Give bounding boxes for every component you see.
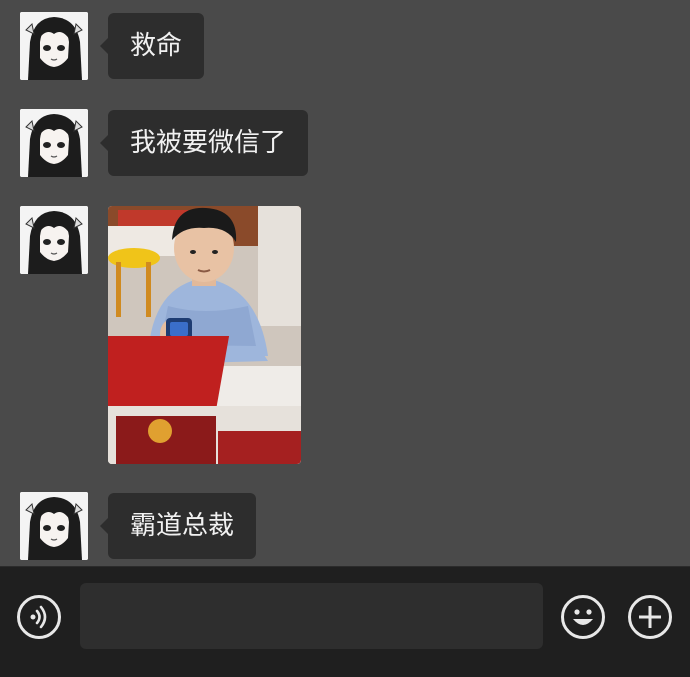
chat-area: 救命 我被要微信了 霸道总裁 (0, 0, 690, 566)
avatar[interactable] (20, 492, 88, 560)
message-bubble[interactable]: 我被要微信了 (99, 110, 309, 176)
voice-icon[interactable] (17, 595, 61, 639)
image-message[interactable] (108, 206, 301, 464)
avatar[interactable] (20, 109, 88, 177)
message-row: 救命 (20, 12, 260, 82)
input-bar (0, 566, 690, 677)
avatar[interactable] (20, 12, 88, 80)
avatar[interactable] (20, 206, 88, 274)
message-input[interactable] (80, 583, 543, 649)
message-bubble[interactable]: 霸道总裁 (99, 493, 257, 559)
emoji-icon[interactable] (561, 595, 605, 639)
plus-icon[interactable] (628, 595, 672, 639)
message-row (20, 206, 310, 466)
message-row: 霸道总裁 (20, 492, 280, 562)
message-row: 我被要微信了 (20, 109, 340, 179)
message-bubble[interactable]: 救命 (99, 13, 205, 79)
